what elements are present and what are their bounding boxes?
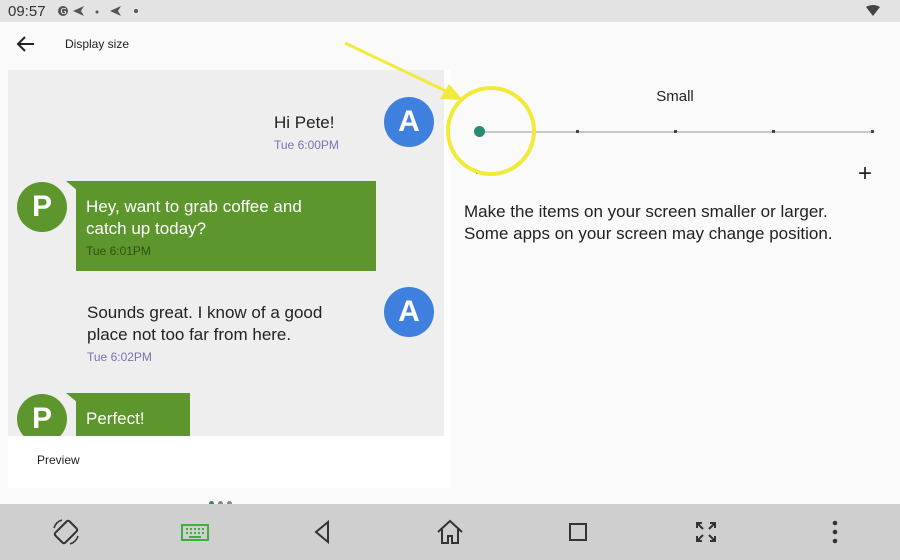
slider-tick — [772, 130, 775, 133]
status-bar: 09:57 G — [0, 0, 900, 22]
increase-size-button[interactable]: + — [854, 162, 876, 186]
overview-square-icon[interactable] — [562, 516, 594, 548]
message-bubble: Hey, want to grab coffee and catch up to… — [76, 181, 376, 271]
message-time: Tue 6:01PM — [86, 244, 151, 258]
message-text: catch up today? — [86, 219, 207, 238]
rotate-icon[interactable] — [50, 516, 82, 548]
notification-icons-svg: G — [58, 6, 138, 16]
decrease-size-button[interactable]: – — [476, 161, 496, 183]
avatar: A — [384, 287, 434, 337]
app-bar: Display size — [0, 22, 900, 66]
message-text: Sounds great. I know of a good — [87, 303, 323, 322]
preview-label: Preview — [37, 453, 80, 467]
slider-tick — [871, 130, 874, 133]
message-text: Hi Pete! — [274, 113, 335, 132]
navigation-bar — [0, 504, 900, 560]
size-label: Small — [656, 88, 694, 105]
avatar: P — [17, 182, 67, 232]
chat-preview[interactable]: Hi Pete! Tue 6:00PM A P Hey, want to gra… — [8, 70, 444, 436]
wifi-icon — [866, 5, 880, 16]
avatar: A — [384, 97, 434, 147]
message-bubble: Perfect! — [76, 393, 190, 436]
page-title: Display size — [65, 37, 130, 51]
bubble-tail — [66, 181, 78, 191]
message-text: Perfect! — [86, 409, 145, 428]
svg-text:G: G — [61, 7, 72, 16]
home-icon[interactable] — [434, 516, 466, 548]
back-arrow-icon[interactable] — [14, 32, 38, 56]
slider-tick — [576, 130, 579, 133]
back-triangle-icon[interactable] — [306, 516, 338, 548]
display-size-settings: Small – + Make the items on your screen … — [450, 70, 900, 488]
message-time: Tue 6:00PM — [274, 138, 339, 152]
keyboard-icon[interactable] — [179, 516, 211, 548]
fullscreen-icon[interactable] — [690, 516, 722, 548]
notification-icons: G — [57, 4, 147, 21]
description-line: Some apps on your screen may change posi… — [464, 224, 833, 243]
status-time: 09:57 — [8, 3, 46, 20]
preview-panel: Hi Pete! Tue 6:00PM A P Hey, want to gra… — [8, 70, 450, 488]
description-line: Make the items on your screen smaller or… — [464, 202, 828, 221]
message-text: Hey, want to grab coffee and — [86, 197, 302, 216]
description: Make the items on your screen smaller or… — [464, 201, 894, 245]
message-text: place not too far from here. — [87, 325, 292, 344]
slider-tick — [674, 130, 677, 133]
message-time: Tue 6:02PM — [87, 350, 152, 364]
size-slider-thumb[interactable] — [474, 126, 485, 137]
more-vert-icon[interactable] — [819, 516, 851, 548]
avatar: P — [17, 394, 67, 436]
bubble-tail — [66, 393, 78, 403]
